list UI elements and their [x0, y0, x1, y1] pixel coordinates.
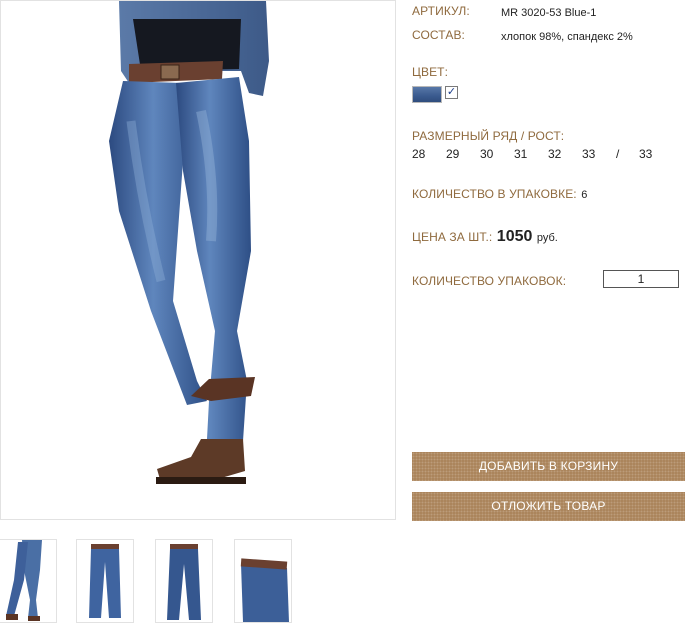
size-item: 28: [412, 147, 426, 161]
thumbnail-1[interactable]: [0, 539, 57, 623]
size-item: 32: [548, 147, 562, 161]
composition-value: хлопок 98%, спандекс 2%: [501, 31, 633, 43]
thumbnail-image: [89, 544, 121, 618]
main-product-image[interactable]: [0, 0, 396, 520]
size-separator: /: [616, 147, 620, 161]
height-item: 33: [639, 147, 653, 161]
price-currency: руб.: [536, 232, 558, 244]
size-item: 31: [514, 147, 528, 161]
size-item: 29: [446, 147, 460, 161]
price-value: 1050: [496, 228, 533, 245]
thumbnail-2[interactable]: [76, 539, 134, 623]
jeans-photo: [109, 1, 269, 484]
composition-label: СОСТАВ:: [412, 28, 465, 42]
packs-quantity-input[interactable]: [603, 270, 679, 288]
size-range-label: РАЗМЕРНЫЙ РЯД / РОСТ:: [412, 129, 565, 143]
color-swatch-blue[interactable]: [412, 86, 442, 103]
packs-count-label: КОЛИЧЕСТВО УПАКОВОК:: [412, 274, 567, 288]
thumbnail-image: [167, 544, 201, 620]
thumbnail-image: [240, 558, 289, 622]
article-label: АРТИКУЛ:: [412, 4, 470, 18]
pack-quantity-value: 6: [581, 189, 588, 201]
postpone-item-button[interactable]: ОТЛОЖИТЬ ТОВАР: [412, 492, 685, 521]
thumbnail-image: [6, 540, 42, 621]
article-value: MR 3020-53 Blue-1: [501, 7, 597, 19]
color-label: ЦВЕТ:: [412, 65, 449, 79]
thumbnail-3[interactable]: [155, 539, 213, 623]
color-checkbox[interactable]: ✓: [445, 86, 458, 99]
size-item: 33: [582, 147, 596, 161]
size-item: 30: [480, 147, 494, 161]
price-label: ЦЕНА ЗА ШТ.:: [412, 230, 493, 244]
add-to-cart-button[interactable]: ДОБАВИТЬ В КОРЗИНУ: [412, 452, 685, 481]
pack-quantity-label: КОЛИЧЕСТВО В УПАКОВКЕ:: [412, 187, 577, 201]
thumbnail-4[interactable]: [234, 539, 292, 623]
